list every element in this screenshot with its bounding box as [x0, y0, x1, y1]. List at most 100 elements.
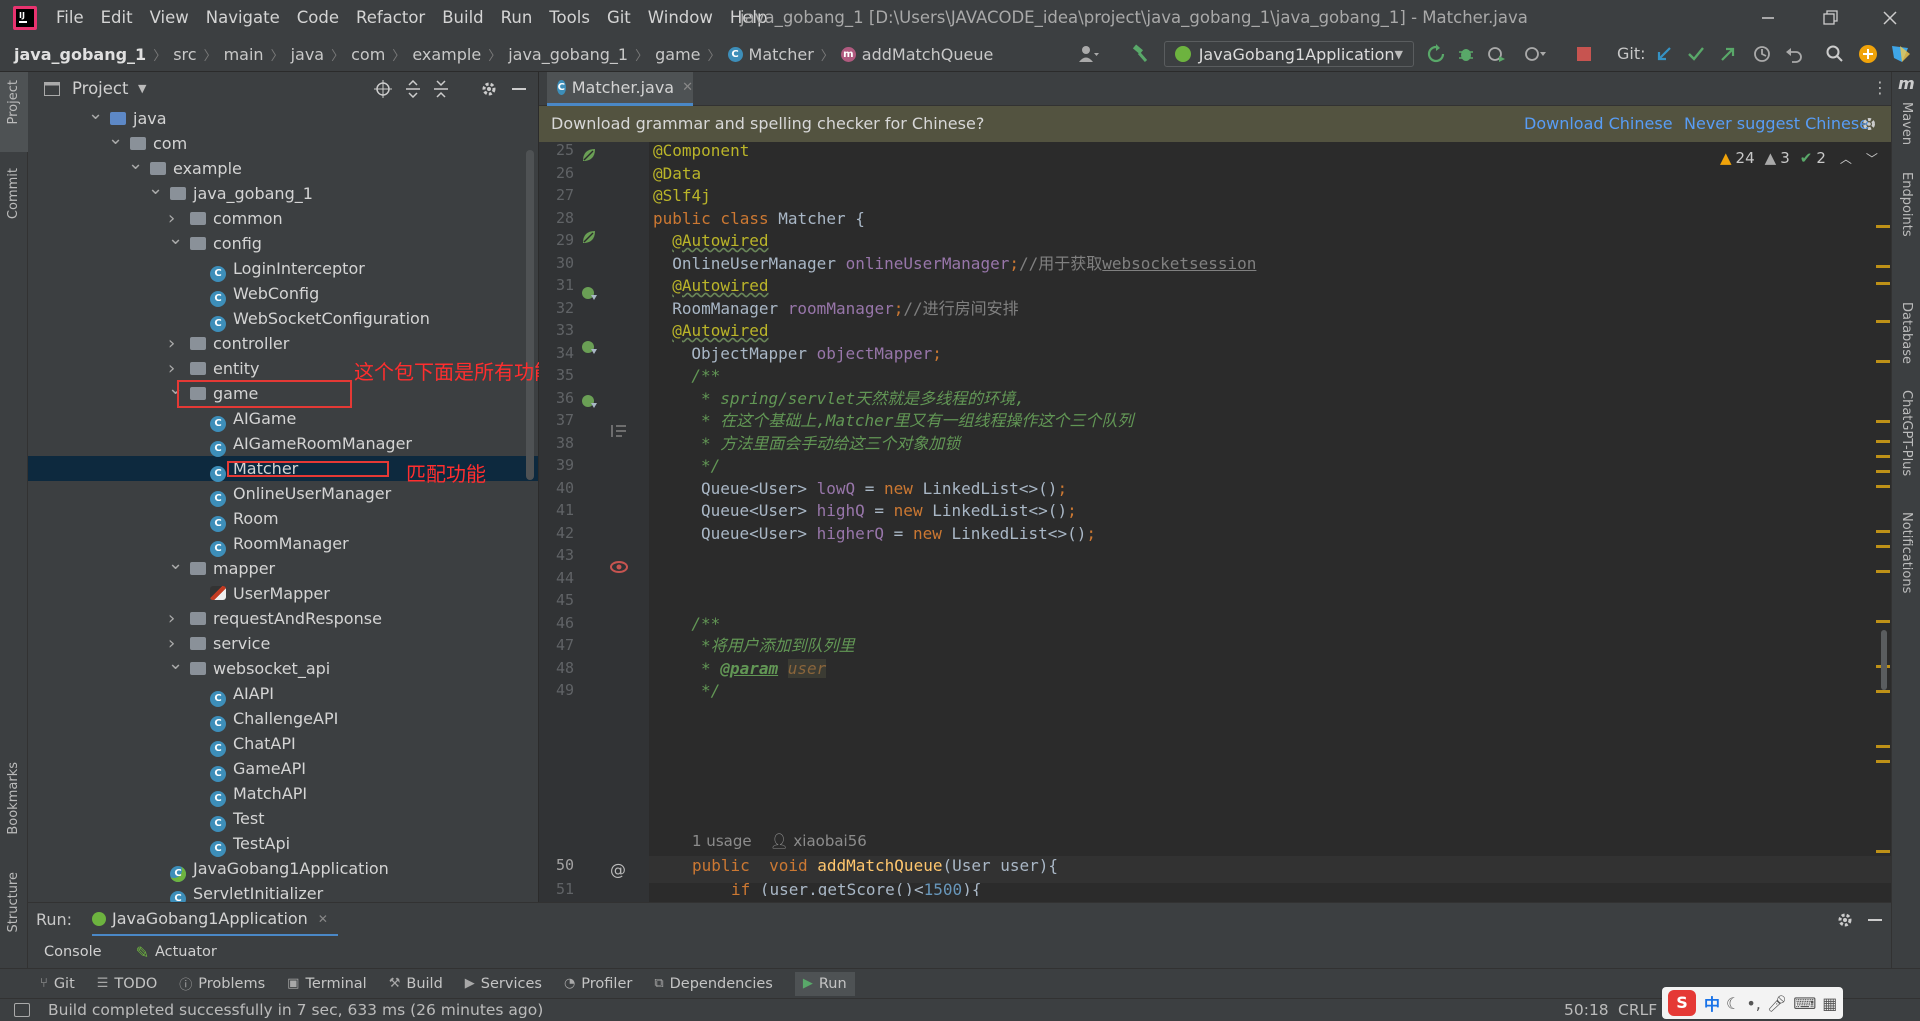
autowired-bean-icon[interactable]	[580, 284, 598, 302]
chevron-down-icon[interactable]: ﹀	[1866, 150, 1878, 167]
chevron-right-icon[interactable]: ›	[168, 606, 175, 631]
bookmarks-tool-label[interactable]: Bookmarks	[6, 762, 21, 835]
chevron-up-icon[interactable]: ︿	[1840, 150, 1852, 167]
git-push-icon[interactable]	[1718, 44, 1738, 64]
spring-bean-icon[interactable]	[580, 228, 598, 246]
spring-bean-icon[interactable]	[580, 146, 598, 164]
actuator-tab[interactable]: Actuator	[155, 944, 217, 960]
autowired-bean-icon[interactable]	[580, 338, 598, 356]
breadcrumb-item[interactable]: addMatchQueue	[862, 45, 994, 64]
tree-item[interactable]: C AIAPI	[210, 681, 274, 707]
console-tab[interactable]: Console	[44, 944, 102, 960]
locate-target-icon[interactable]	[374, 80, 392, 98]
database-tool-label[interactable]: Database	[1899, 302, 1914, 364]
minimize-icon[interactable]	[1758, 8, 1778, 28]
tool-window-dependencies[interactable]: ⧉ Dependencies	[654, 976, 773, 992]
ime-toolbar[interactable]: S 中 ☾ •, 🎤︎ ⌨ ▦	[1662, 987, 1844, 1019]
menu-refactor[interactable]: Refactor	[356, 0, 425, 36]
line-separator[interactable]: CRLF	[1618, 1001, 1657, 1019]
breadcrumb-item[interactable]: com	[351, 45, 385, 64]
tool-window-problems[interactable]: ⓘ Problems	[179, 974, 265, 994]
tree-item[interactable]: ⌄ example	[128, 153, 242, 181]
run-tab[interactable]: JavaGobang1Application ✕	[92, 903, 338, 937]
git-commit-icon[interactable]	[1686, 44, 1706, 64]
tree-item[interactable]: C ChatAPI	[210, 731, 296, 757]
menu-code[interactable]: Code	[297, 0, 339, 36]
gear-icon[interactable]	[1836, 911, 1854, 929]
code-vision-hint[interactable]: 1 usage 👤︎ xiaobai56	[692, 832, 867, 850]
chevron-right-icon[interactable]: ›	[168, 331, 175, 356]
project-tool-tab[interactable]: Project	[0, 72, 28, 152]
chevron-down-icon[interactable]: ⌄	[128, 151, 143, 176]
breadcrumb-item[interactable]: java_gobang_1	[14, 45, 146, 64]
inspection-widget[interactable]: ▲ 24 ▲ 3 ✔ 2 ︿ ﹀	[1720, 148, 1878, 168]
run-configuration-select[interactable]: JavaGobang1Application ▼	[1164, 41, 1414, 67]
tool-window-git[interactable]: ⑂ Git	[40, 976, 75, 992]
restore-icon[interactable]	[1820, 8, 1840, 28]
usage-hint[interactable]: 1 usage	[692, 832, 752, 850]
tree-item[interactable]: C MatchAPI	[210, 781, 307, 807]
warning-stripe-mark[interactable]	[1876, 265, 1890, 268]
status-message[interactable]: Build completed successfully in 7 sec, 6…	[48, 1001, 543, 1019]
jetbrains-ai-icon[interactable]	[1890, 44, 1912, 64]
close-tab-icon[interactable]: ✕	[682, 80, 693, 95]
close-tab-icon[interactable]: ✕	[318, 912, 328, 926]
tree-item[interactable]: C AIGame	[210, 406, 296, 432]
menu-edit[interactable]: Edit	[101, 0, 133, 36]
tree-item[interactable]: › common	[168, 206, 283, 231]
notifications-tool-label[interactable]: Notifications	[1899, 512, 1914, 593]
menu-window[interactable]: Window	[648, 0, 713, 36]
warning-stripe-mark[interactable]	[1876, 620, 1890, 623]
tool-window-build[interactable]: ⚒ Build	[389, 976, 443, 992]
warning-stripe-mark[interactable]	[1876, 225, 1890, 228]
warning-stripe-mark[interactable]	[1876, 545, 1890, 548]
warning-stripe-mark[interactable]	[1876, 282, 1890, 285]
tree-item[interactable]: ⌄ websocket_api	[168, 653, 330, 681]
tree-item[interactable]: C Room	[210, 506, 279, 532]
warning-stripe-mark[interactable]	[1876, 690, 1890, 693]
structure-tool-label[interactable]: Structure	[6, 872, 21, 932]
tool-window-terminal[interactable]: ▣ Terminal	[287, 976, 367, 992]
tree-item[interactable]: C WebConfig	[210, 281, 319, 307]
tree-item[interactable]: C OnlineUserManager	[210, 481, 391, 507]
collapse-all-icon[interactable]	[432, 80, 450, 98]
tree-item[interactable]: ⌄ config	[168, 228, 262, 256]
watch-field-icon[interactable]	[610, 560, 628, 574]
more-tabs-icon[interactable]: ⋮	[1872, 78, 1888, 98]
chevron-down-icon[interactable]: ⌄	[168, 226, 183, 251]
endpoints-tool-label[interactable]: Endpoints	[1899, 172, 1914, 237]
warning-stripe-mark[interactable]	[1876, 745, 1890, 748]
autowired-bean-icon[interactable]	[580, 392, 598, 410]
menu-build[interactable]: Build	[442, 0, 483, 36]
chevron-down-icon[interactable]: ⌄	[168, 551, 183, 576]
warning-stripe-mark[interactable]	[1876, 760, 1890, 763]
tree-item[interactable]: C WebSocketConfiguration	[210, 306, 430, 332]
tool-window-profiler[interactable]: ◔ Profiler	[564, 976, 632, 992]
menu-git[interactable]: Git	[607, 0, 631, 36]
menu-tools[interactable]: Tools	[549, 0, 590, 36]
breadcrumb-item[interactable]: game	[655, 45, 700, 64]
close-window-icon[interactable]	[1880, 8, 1900, 28]
chevron-down-icon[interactable]: ⌄	[168, 651, 183, 676]
reader-mode-icon[interactable]	[610, 422, 628, 440]
project-panel-title[interactable]: Project	[72, 72, 128, 106]
tree-item[interactable]: › controller	[168, 331, 289, 356]
caret-position[interactable]: 50:18	[1564, 1001, 1609, 1019]
maven-tool-label[interactable]: Maven	[1899, 102, 1914, 145]
warning-stripe-mark[interactable]	[1876, 455, 1890, 458]
tree-item[interactable]: C AIGameRoomManager	[210, 431, 412, 457]
user-icon[interactable]	[1078, 44, 1100, 64]
warning-stripe-mark[interactable]	[1876, 360, 1890, 363]
tree-item[interactable]: › requestAndResponse	[168, 606, 382, 631]
warning-stripe-mark[interactable]	[1876, 530, 1890, 533]
stop-icon[interactable]	[1576, 46, 1592, 62]
warning-stripe-mark[interactable]	[1876, 470, 1890, 473]
breadcrumb-item[interactable]: java_gobang_1	[508, 45, 628, 64]
breadcrumb-item[interactable]: java	[291, 45, 325, 64]
tree-item[interactable]: C LoginInterceptor	[210, 256, 365, 282]
menu-file[interactable]: File	[56, 0, 84, 36]
tool-window-todo[interactable]: ☰ TODO	[97, 976, 158, 992]
rerun-icon[interactable]	[1426, 44, 1446, 64]
tree-item[interactable]: C Test	[210, 806, 265, 832]
warning-stripe-mark[interactable]	[1876, 440, 1890, 443]
